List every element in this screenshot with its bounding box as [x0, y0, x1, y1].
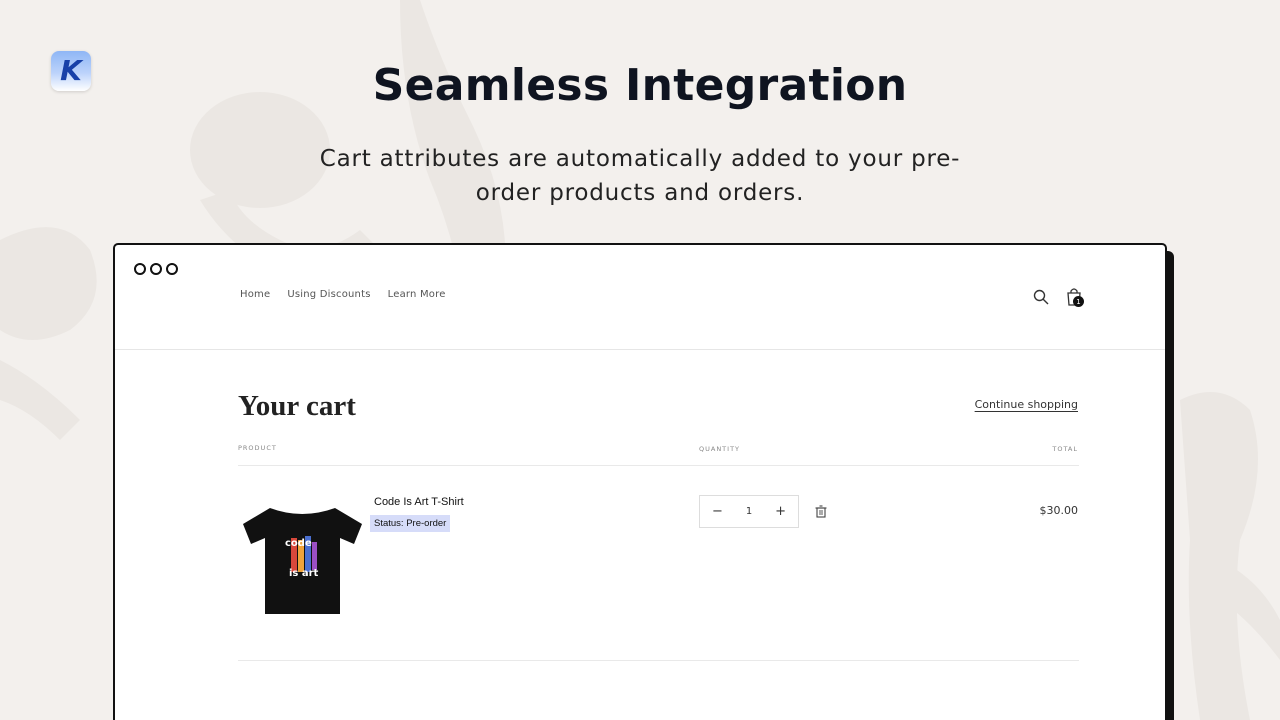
delete-item-icon[interactable]	[815, 505, 827, 518]
quantity-stepper: − 1 +	[699, 495, 799, 528]
search-icon[interactable]	[1032, 288, 1050, 306]
continue-shopping-link[interactable]: Continue shopping	[975, 398, 1078, 411]
table-divider	[238, 465, 1079, 466]
cart-count-badge: 1	[1073, 296, 1084, 307]
column-header-product: PRODUCT	[238, 444, 277, 452]
column-header-total: TOTAL	[1052, 445, 1078, 453]
hero-subtitle: Cart attributes are automatically added …	[319, 146, 961, 206]
shirt-print-top: code	[285, 538, 312, 549]
window-controls	[134, 263, 178, 275]
product-name[interactable]: Code Is Art T-Shirt	[374, 496, 464, 508]
window-dot-icon	[166, 263, 178, 275]
item-total-price: $30.00	[1039, 504, 1079, 517]
header-divider	[115, 349, 1165, 350]
product-thumbnail[interactable]: code is art	[240, 500, 365, 620]
increase-quantity-button[interactable]: +	[775, 504, 786, 519]
nav-using-discounts[interactable]: Using Discounts	[287, 289, 370, 300]
store-nav: Home Using Discounts Learn More	[240, 289, 446, 300]
hero-title: Seamless Integration	[372, 60, 908, 111]
browser-window: Home Using Discounts Learn More 1 Your c…	[113, 243, 1167, 720]
window-dot-icon	[134, 263, 146, 275]
window-dot-icon	[150, 263, 162, 275]
preorder-status-badge: Status: Pre-order	[370, 515, 451, 532]
column-header-quantity: QUANTITY	[699, 445, 741, 453]
table-divider	[238, 660, 1079, 661]
nav-home[interactable]: Home	[240, 289, 270, 300]
nav-learn-more[interactable]: Learn More	[388, 289, 446, 300]
cart-title: Your cart	[238, 390, 356, 422]
decrease-quantity-button[interactable]: −	[712, 504, 723, 519]
quantity-value[interactable]: 1	[746, 506, 752, 517]
shirt-print-bottom: is art	[289, 568, 319, 579]
